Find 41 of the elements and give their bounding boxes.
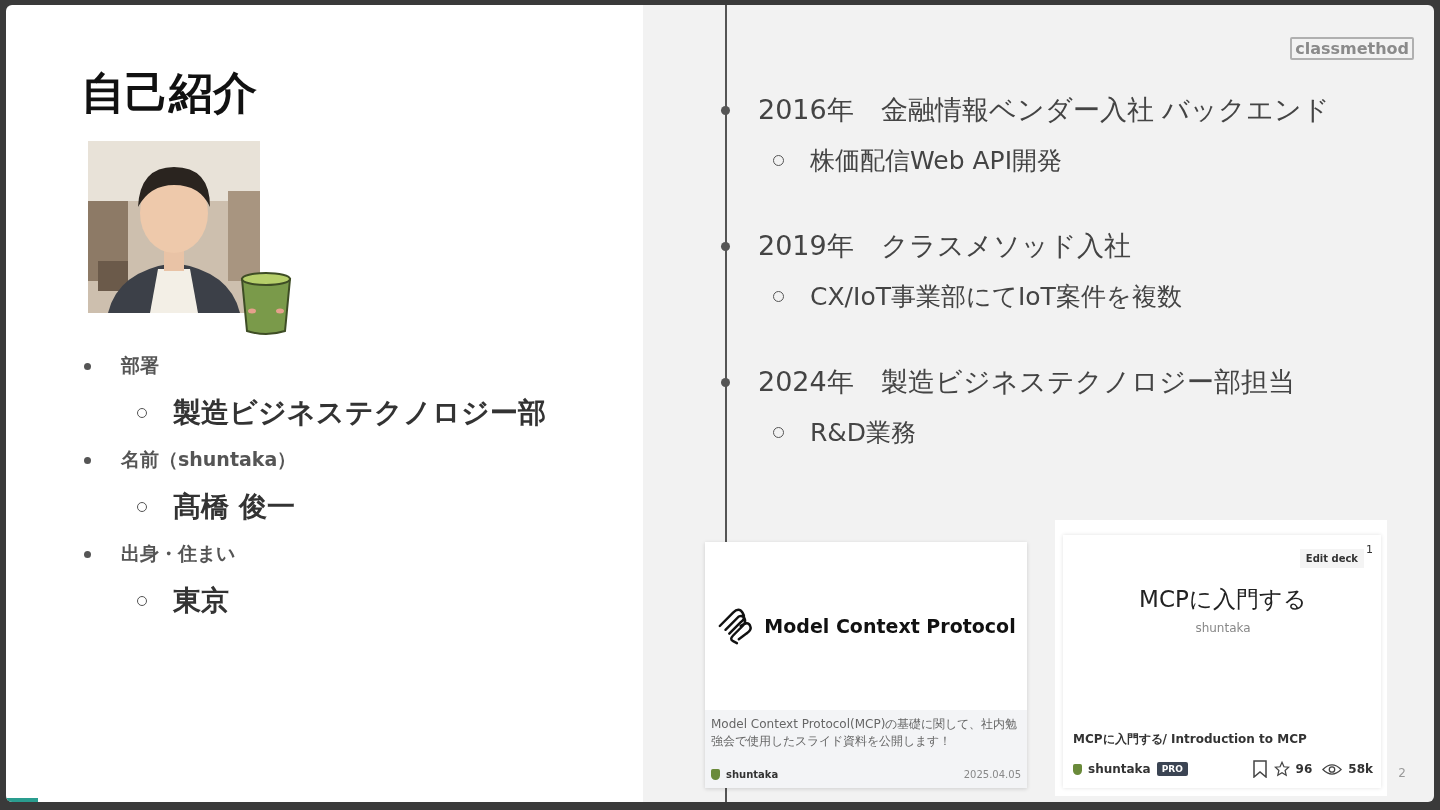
timeline-heading: 2019年 クラスメソッド入社 <box>758 229 1131 263</box>
timeline-detail: 株価配信Web API開発 <box>810 144 1062 177</box>
bullet-icon <box>84 456 91 464</box>
bullet-icon <box>84 362 91 370</box>
bookmark-icon[interactable] <box>1251 760 1268 778</box>
star-icon[interactable] <box>1273 760 1290 778</box>
bullet-icon <box>84 550 91 558</box>
avatar-icon <box>711 769 720 780</box>
article-description: Model Context Protocol(MCP)の基礎に関して、社内勉強会で使用したスライド資料を公開します！ <box>711 716 1019 750</box>
corner-mark <box>6 798 38 802</box>
profile-label: 部署 <box>121 353 159 378</box>
edit-deck-button[interactable]: Edit deck <box>1299 549 1364 568</box>
profile-value: 髙橋 俊一 <box>173 489 295 525</box>
timeline-heading: 2016年 金融情報ベンダー入社 バックエンド <box>758 93 1331 127</box>
timeline-detail: R&D業務 <box>810 416 917 449</box>
profile-value: 製造ビジネステクノロジー部 <box>173 395 546 431</box>
cover-title: MCPに入門する <box>1138 585 1308 614</box>
page-number: 2 <box>1398 766 1406 780</box>
star-count: 96 <box>1295 762 1313 776</box>
deck-title: MCPに入門する/ Introduction to MCP <box>1073 731 1308 748</box>
timeline-detail: CX/IoT事業部にてIoT案件を複数 <box>810 280 1182 313</box>
plan-badge: PRO <box>1156 762 1188 776</box>
count-label: 1 <box>1366 543 1373 556</box>
author-name: shuntaka <box>1088 762 1151 776</box>
protocol-logo-icon <box>716 607 755 645</box>
author-name: shuntaka <box>726 769 779 780</box>
profile-label: 名前（shuntaka） <box>121 447 297 472</box>
slide-title: 自己紹介 <box>81 66 258 120</box>
company-logo: classmethod <box>1290 37 1414 60</box>
timeline-heading: 2024年 製造ビジネステクノロジー部担当 <box>758 365 1295 399</box>
cover-subtitle: shuntaka <box>1194 621 1252 635</box>
profile-value: 東京 <box>173 583 229 619</box>
cover-title: Model Context Protocol <box>764 615 1016 637</box>
tea-cup-icon <box>238 269 294 337</box>
eye-icon <box>1322 762 1343 776</box>
view-count: 58k <box>1348 762 1373 776</box>
avatar-icon <box>1073 763 1082 775</box>
profile-label: 出身・住まい <box>121 541 235 566</box>
article-card[interactable]: Model Context Protocol Model Context Protocol(MCP)の基礎に関して、社内勉強会で使用したスライド資料を公開します！ shuntaka 2025.04.05 <box>705 542 1027 788</box>
deck-card[interactable]: Edit deck 1 MCPに入門する shuntaka MCPに入門する/ Introduction to MCP shuntaka PRO 96 58k <box>1063 535 1381 788</box>
publish-date: 2025.04.05 <box>963 769 1021 780</box>
